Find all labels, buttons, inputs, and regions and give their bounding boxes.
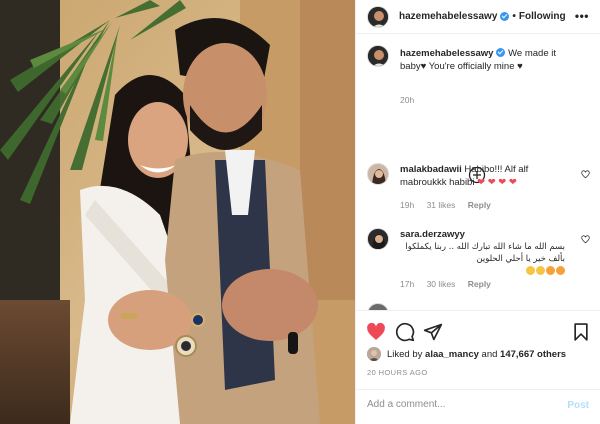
add-comment-bar: Post <box>356 389 600 424</box>
smile-emoji <box>526 266 535 275</box>
comment-likes[interactable]: 31 likes <box>427 200 456 210</box>
author-avatar-image <box>368 6 388 27</box>
caption-time[interactable]: 20h <box>400 95 414 105</box>
heart-filled-icon[interactable] <box>366 322 386 342</box>
comment-meta: 19h 31 likes Reply <box>400 200 501 210</box>
verified-badge-icon <box>500 12 510 21</box>
liker-avatar-image <box>367 347 381 361</box>
comment-text: malakbadawii Habibo!!! Alf alf mabroukkk… <box>400 163 565 189</box>
more-options-icon[interactable]: ••• <box>575 9 589 23</box>
caption-author-avatar[interactable] <box>367 45 389 67</box>
comment-like-heart-icon[interactable] <box>581 170 590 179</box>
comment-row: sara.derzawyy بسم الله ما شاء الله تبارك… <box>367 228 592 293</box>
caption-meta: 20h <box>400 95 424 105</box>
author-avatar[interactable] <box>367 5 389 28</box>
liker-avatar[interactable] <box>367 347 381 361</box>
emoji-row <box>400 265 565 278</box>
paper-plane-icon[interactable] <box>423 322 443 342</box>
blush-emoji <box>546 266 555 275</box>
commenter-avatar-image <box>368 164 388 184</box>
comments-list[interactable]: hazemehabelessawy We made it baby♥ You'r… <box>356 45 600 310</box>
comment-username[interactable]: sara.derzawyy <box>400 229 465 240</box>
instagram-post: hazemehabelessawy • Following ••• hazeme… <box>0 0 600 424</box>
liked-by-label: Liked by <box>387 348 423 360</box>
post-photo[interactable] <box>0 0 355 424</box>
reply-button[interactable]: Reply <box>468 279 491 289</box>
comment-time[interactable]: 19h <box>400 200 414 210</box>
commenter-avatar[interactable] <box>367 303 389 310</box>
commenter-avatar[interactable] <box>367 228 389 250</box>
comment-like-heart-icon[interactable] <box>581 235 590 244</box>
post-sidebar: hazemehabelessawy • Following ••• hazeme… <box>355 0 600 424</box>
separator-dot: • <box>512 11 516 22</box>
author-username[interactable]: hazemehabelessawy <box>399 11 497 22</box>
add-comment-input[interactable] <box>367 399 557 410</box>
caption-username[interactable]: hazemehabelessawy <box>400 48 493 59</box>
blush-emoji <box>556 266 565 275</box>
post-comment-button[interactable]: Post <box>567 400 589 411</box>
caption-row: hazemehabelessawy We made it baby♥ You'r… <box>367 45 592 105</box>
comment-likes[interactable]: 30 likes <box>427 279 456 289</box>
comment-row: malakbadawii Habibo!!! Alf alf mabroukkk… <box>367 163 592 213</box>
bookmark-icon[interactable] <box>571 322 591 342</box>
liker-username[interactable]: alaa_mancy <box>425 349 479 360</box>
verified-badge-icon <box>496 48 506 57</box>
heart-emoji: ❤ ❤ ❤ ❤ <box>477 177 517 188</box>
comment-username[interactable]: malakbadawii <box>400 164 462 175</box>
caption-avatar-image <box>368 46 388 66</box>
smile-emoji <box>536 266 545 275</box>
couple-engagement-photo <box>0 0 355 424</box>
post-header: hazemehabelessawy • Following ••• <box>356 0 600 34</box>
likes-summary: Liked by alaa_mancy and 147,667 others <box>367 347 566 361</box>
comment-meta: 17h 30 likes Reply <box>400 279 501 289</box>
caption-text: hazemehabelessawy We made it baby♥ You'r… <box>400 47 565 73</box>
following-button[interactable]: Following <box>519 11 566 22</box>
likes-count[interactable]: 147,667 others <box>500 349 566 360</box>
comment-bubble-icon[interactable] <box>395 322 415 342</box>
comment-row-partial <box>367 303 592 310</box>
post-timestamp[interactable]: 20 HOURS AGO <box>367 368 428 377</box>
comment-body: بسم الله ما شاء الله تبارك الله .. ربنا … <box>405 242 565 264</box>
post-actions: Liked by alaa_mancy and 147,667 others 2… <box>356 310 600 424</box>
comment-text: sara.derzawyy بسم الله ما شاء الله تبارك… <box>400 228 565 278</box>
commenter-avatar-image <box>368 229 388 249</box>
comment-time[interactable]: 17h <box>400 279 414 289</box>
likes-joiner: and <box>481 348 498 360</box>
reply-button[interactable]: Reply <box>468 200 491 210</box>
commenter-avatar[interactable] <box>367 163 389 185</box>
